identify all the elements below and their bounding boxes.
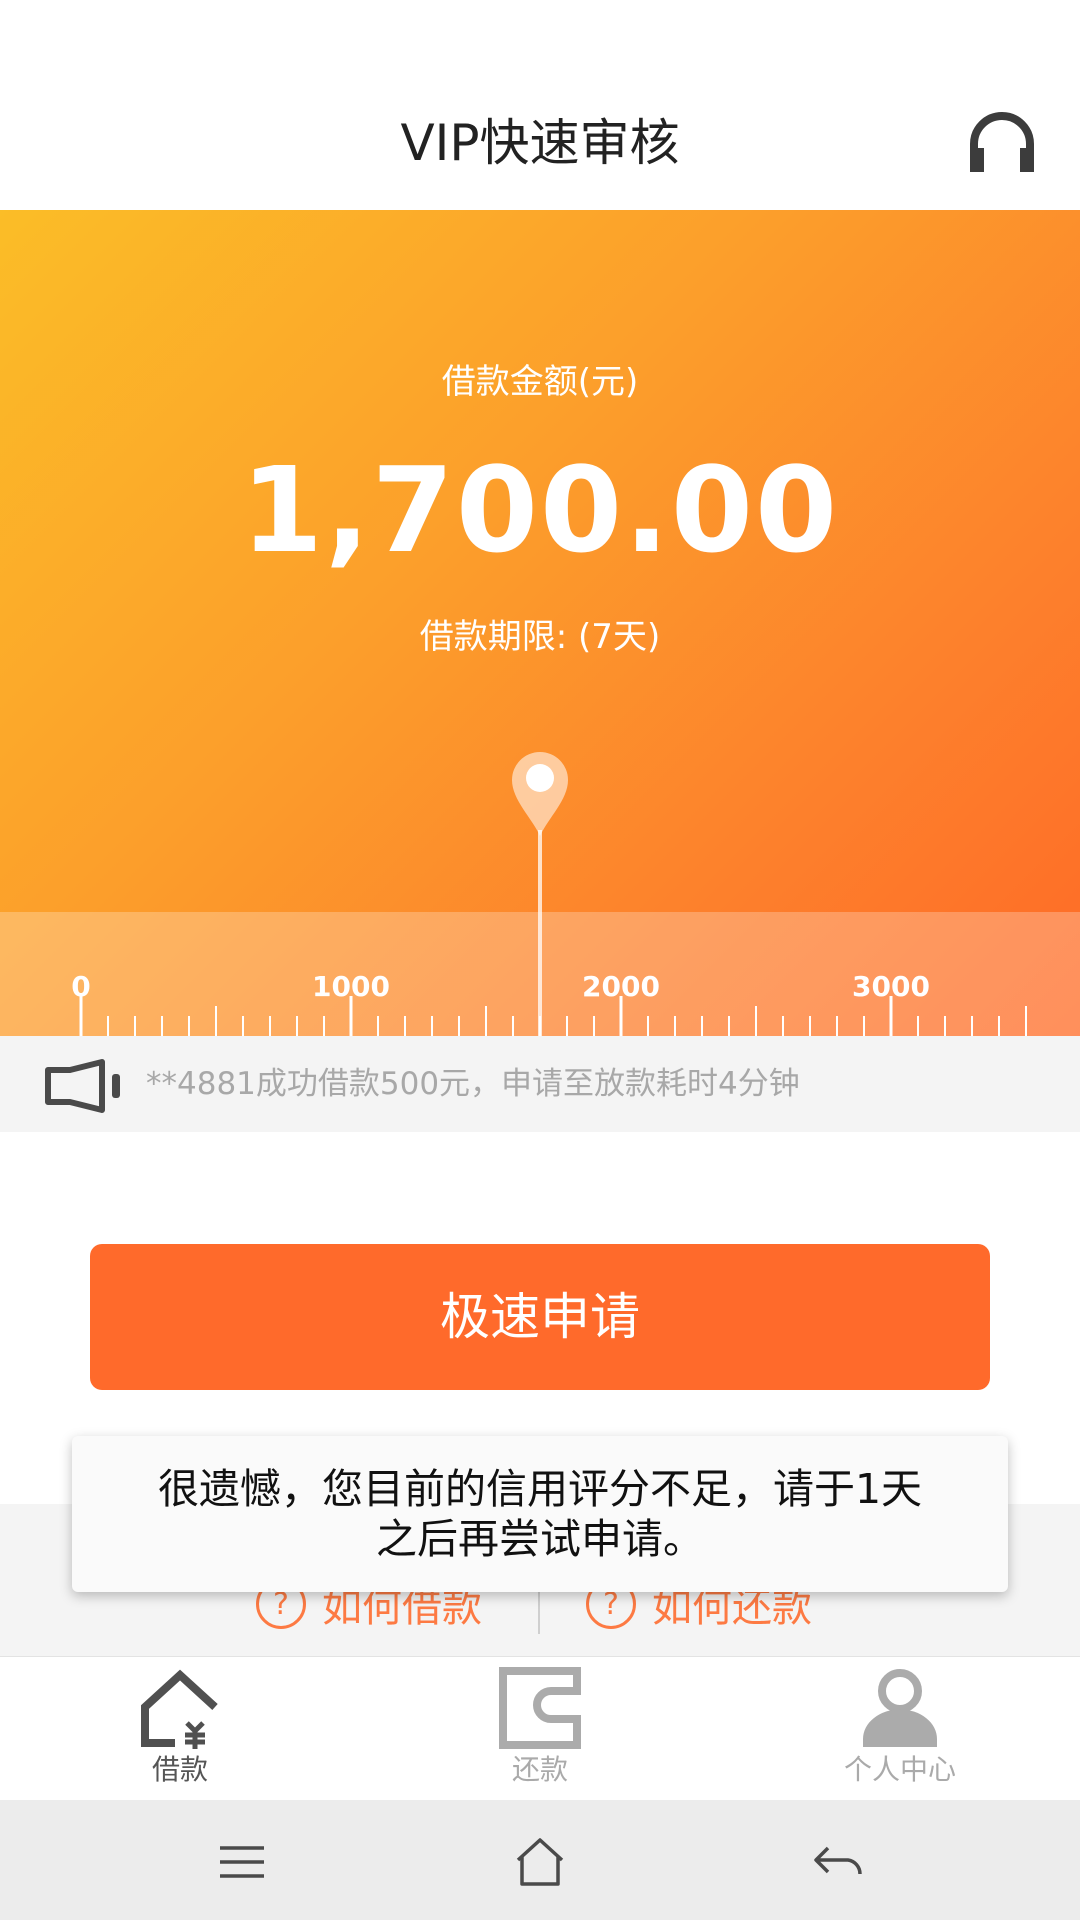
loan-amount: 1,700.00 — [240, 441, 840, 579]
home-icon[interactable] — [510, 1834, 570, 1890]
wallet-icon — [499, 1667, 581, 1749]
tab-repay[interactable]: 还款 — [440, 1667, 640, 1787]
page-title: VIP快速审核 — [400, 114, 680, 172]
system-navigation-bar — [0, 1800, 1080, 1920]
credit-score-toast: 很遗憾，您目前的信用评分不足，请于1天 之后再尝试申请。 — [72, 1436, 1008, 1592]
ruler-tick-label: 3000 — [852, 970, 930, 1003]
ruler-tick-label: 0 — [71, 970, 91, 1003]
toast-line-2: 之后再尝试申请。 — [376, 1515, 704, 1563]
header: VIP快速审核 — [0, 0, 1080, 210]
loan-amount-panel: 借款金额(元) 1,700.00 借款期限: (7天) 0 1000 2000 300… — [0, 210, 1080, 1036]
toast-line-1: 很遗憾，您目前的信用评分不足，请于1天 — [157, 1465, 923, 1513]
announcement-bar: **4881成功借款500元，申请至放款耗时4分钟 — [0, 1036, 1080, 1132]
menu-icon[interactable] — [212, 1834, 272, 1890]
tab-borrow-label: 借款 — [151, 1753, 208, 1786]
ruler-tick-label: 2000 — [582, 970, 660, 1003]
headset-icon[interactable] — [966, 108, 1038, 180]
home-loan-icon — [141, 1669, 218, 1749]
announcement-text: **4881成功借款500元，申请至放款耗时4分钟 — [146, 1066, 800, 1102]
tab-repay-label: 还款 — [511, 1753, 568, 1786]
ruler-tick-label: 1000 — [312, 970, 390, 1003]
user-icon — [863, 1669, 937, 1747]
quick-apply-button[interactable]: 极速申请 — [90, 1244, 990, 1390]
tab-profile-label: 个人中心 — [843, 1753, 956, 1786]
bottom-tab-bar: 借款 还款 个人中心 — [0, 1656, 1080, 1801]
slider-pin-icon[interactable] — [510, 748, 570, 838]
amount-label: 借款金额(元) — [441, 362, 639, 402]
tab-profile[interactable]: 个人中心 — [800, 1667, 1000, 1787]
loan-term: 借款期限: (7天) — [419, 617, 661, 657]
amount-ruler[interactable]: 0 1000 2000 3000 — [0, 912, 1080, 1036]
back-icon[interactable] — [808, 1834, 868, 1890]
tab-borrow[interactable]: 借款 — [80, 1667, 280, 1787]
speaker-icon — [45, 1059, 120, 1113]
